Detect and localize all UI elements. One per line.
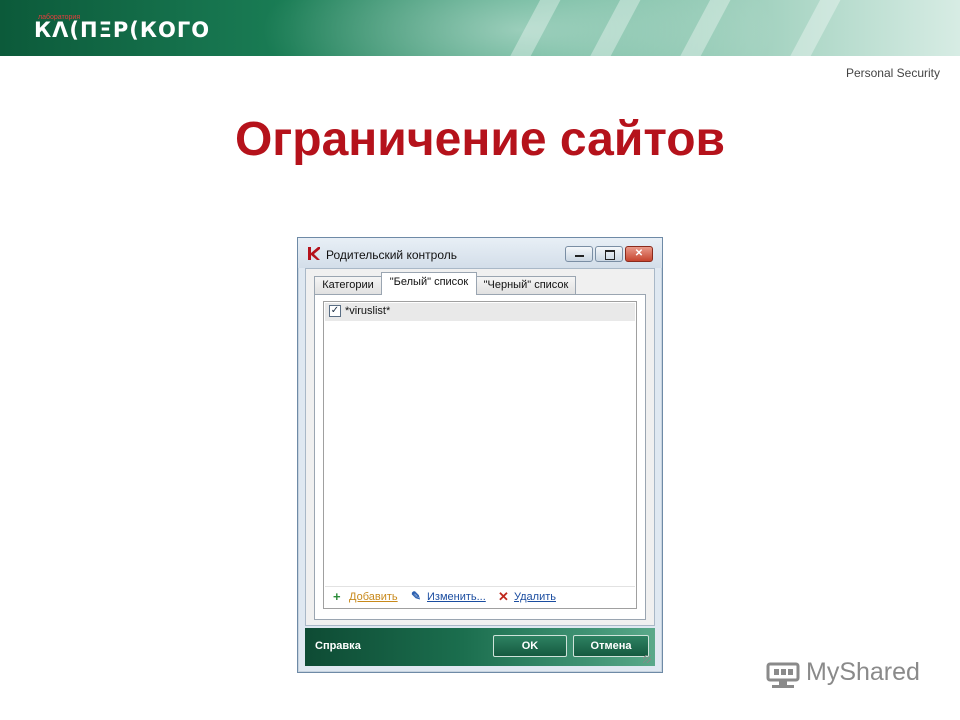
list-item[interactable]: ✓ *viruslist* bbox=[325, 303, 635, 321]
window-titlebar[interactable]: Родительский контроль ✕ bbox=[298, 238, 662, 268]
delete-link[interactable]: Удалить bbox=[514, 591, 556, 603]
list-item-text: *viruslist* bbox=[345, 305, 391, 317]
maximize-button[interactable] bbox=[595, 246, 623, 262]
tab-blacklist[interactable]: "Черный" список bbox=[476, 276, 576, 294]
slide-title: Ограничение сайтов bbox=[234, 113, 726, 166]
pencil-icon[interactable]: ✎ bbox=[411, 590, 421, 603]
maximize-icon bbox=[605, 250, 615, 260]
minimize-button[interactable] bbox=[565, 246, 593, 262]
window-title: Родительский контроль bbox=[326, 248, 457, 262]
list-actions-bar: + Добавить ✎ Изменить... ✕ Удалить bbox=[325, 586, 635, 607]
myshared-logo-icon bbox=[766, 662, 800, 688]
tab-categories[interactable]: Категории bbox=[314, 276, 382, 294]
cancel-button[interactable]: Отмена bbox=[573, 635, 649, 657]
watermark-text: MyShared bbox=[806, 658, 920, 686]
tab-whitelist[interactable]: "Белый" список bbox=[381, 272, 477, 295]
parental-control-window: Родительский контроль ✕ Категории "Белый… bbox=[297, 237, 663, 673]
window-client-area: Категории "Белый" список "Черный" список… bbox=[305, 268, 655, 626]
kaspersky-logo: КΛ(ПΞР(КОГО bbox=[34, 18, 211, 42]
edit-link[interactable]: Изменить... bbox=[427, 591, 486, 603]
add-link[interactable]: Добавить bbox=[349, 591, 398, 603]
help-link[interactable]: Справка bbox=[315, 640, 361, 652]
tagline: Personal Security bbox=[845, 66, 940, 80]
minimize-icon bbox=[575, 255, 584, 257]
delete-x-icon[interactable]: ✕ bbox=[498, 590, 509, 603]
close-button[interactable]: ✕ bbox=[625, 246, 653, 262]
resize-grip-icon[interactable] bbox=[643, 655, 651, 663]
whitelist-listbox[interactable]: ✓ *viruslist* + Добавить ✎ Изменить... ✕… bbox=[323, 301, 637, 609]
list-item-checkbox[interactable]: ✓ bbox=[329, 305, 341, 317]
window-footer: Справка OK Отмена bbox=[305, 628, 655, 666]
kaspersky-k-icon bbox=[308, 247, 320, 260]
close-icon: ✕ bbox=[634, 248, 644, 259]
ok-button[interactable]: OK bbox=[493, 635, 567, 657]
header-banner: лаборатория КΛ(ПΞР(КОГО bbox=[0, 0, 960, 56]
whitelist-panel: ✓ *viruslist* + Добавить ✎ Изменить... ✕… bbox=[314, 294, 646, 620]
plus-icon[interactable]: + bbox=[333, 590, 341, 603]
